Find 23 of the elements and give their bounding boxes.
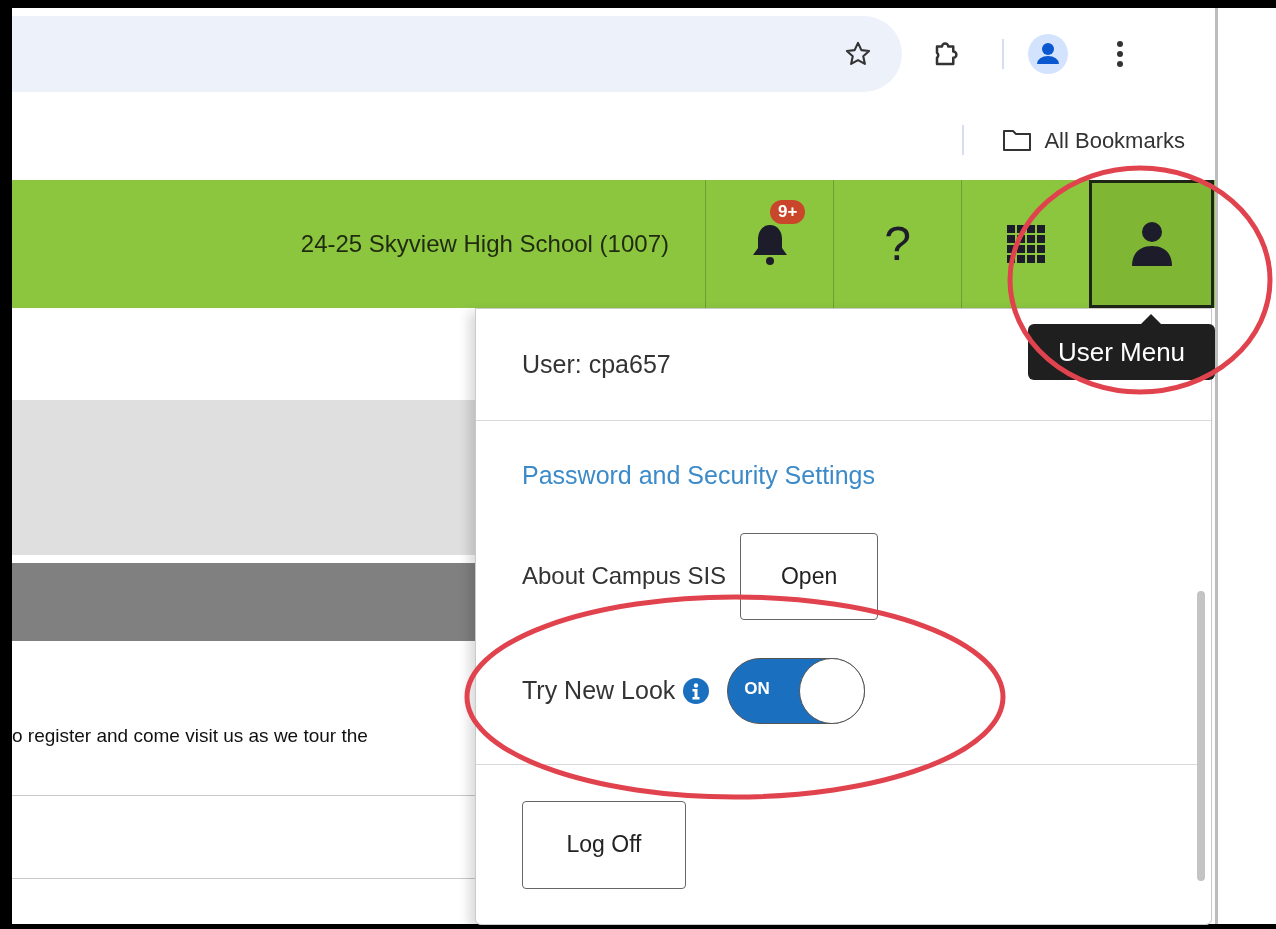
school-name[interactable]: 24-25 Skyview High School (1007)	[300, 226, 669, 262]
log-off-button[interactable]: Log Off	[522, 800, 686, 889]
notification-badge: 9+	[770, 200, 806, 224]
person-icon	[1129, 220, 1174, 268]
folder-icon	[1002, 128, 1033, 152]
toggle-switch[interactable]: ON	[727, 657, 866, 724]
scrollbar-thumb[interactable]	[1197, 591, 1205, 881]
star-icon[interactable]	[844, 40, 872, 68]
security-settings-link[interactable]: Password and Security Settings	[522, 457, 875, 495]
username-label: User: cpa657	[522, 348, 671, 380]
about-label: About Campus SIS	[522, 561, 727, 591]
tooltip-text: User Menu	[1057, 335, 1186, 369]
user-menu-button[interactable]	[1089, 180, 1214, 308]
info-icon[interactable]	[683, 677, 710, 704]
grid-icon	[1005, 224, 1046, 264]
bookmark-item[interactable]: All Bookmarks	[1044, 123, 1185, 157]
open-button[interactable]: Open	[740, 532, 879, 620]
toggle-state-label: ON	[744, 679, 770, 697]
notice-text: o register and come visit us as we tour the	[12, 723, 368, 748]
new-look-label: Try New Look	[522, 674, 676, 706]
more-options-icon[interactable]	[1116, 40, 1124, 68]
question-mark-icon: ?	[884, 220, 911, 268]
profile-avatar-icon[interactable]	[1028, 34, 1068, 74]
